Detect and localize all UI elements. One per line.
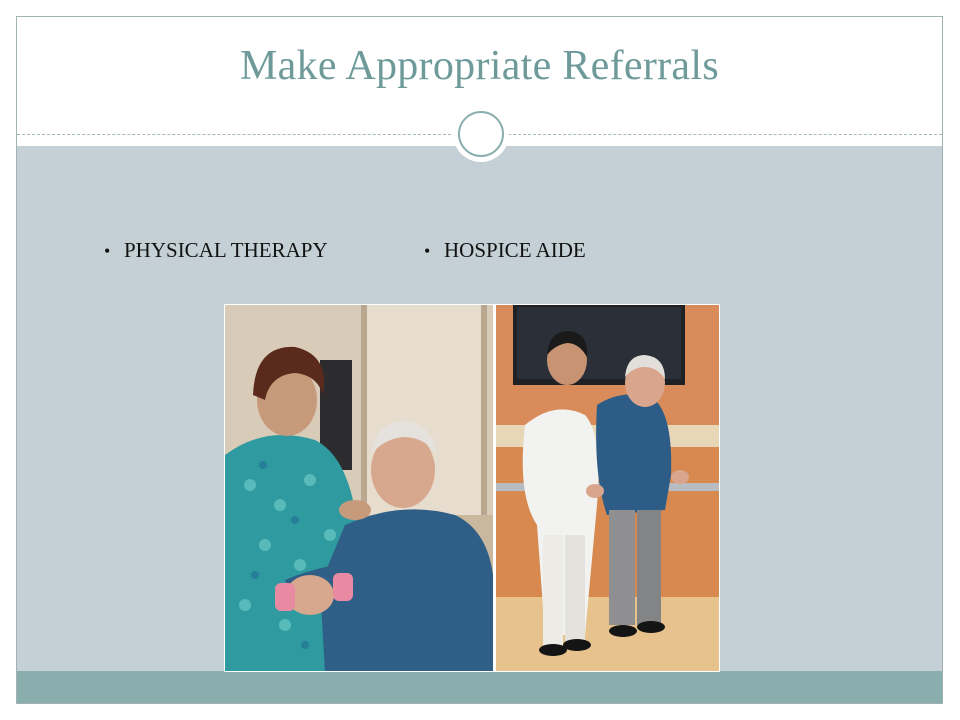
bullet-label: PHYSICAL THERAPY	[124, 238, 328, 262]
photo-right-panel	[495, 305, 719, 671]
footer-band	[17, 671, 942, 703]
photo-divider	[493, 305, 496, 671]
referral-photo-illustration	[225, 305, 719, 671]
bullet-label: HOSPICE AIDE	[444, 238, 586, 262]
bullet-icon: •	[424, 241, 431, 261]
circle-emblem-ring	[458, 111, 504, 157]
slide-title: Make Appropriate Referrals	[240, 43, 719, 89]
slide: Make Appropriate Referrals • PHYSICAL THE…	[0, 0, 960, 720]
referral-photo	[224, 304, 720, 672]
photo-left-panel	[225, 305, 495, 671]
bullet-hospice-aide: • HOSPICE AIDE	[424, 238, 586, 263]
bullet-physical-therapy: • PHYSICAL THERAPY	[104, 238, 328, 263]
bullet-icon: •	[104, 241, 111, 261]
